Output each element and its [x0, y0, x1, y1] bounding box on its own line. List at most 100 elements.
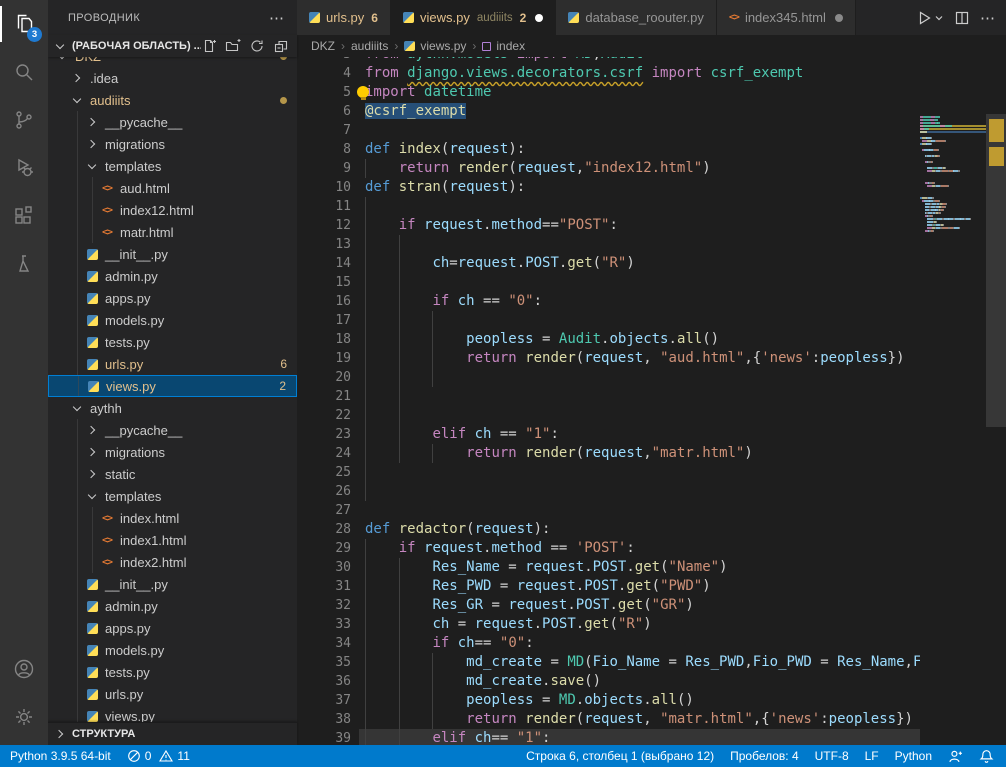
breadcrumb-item-index[interactable]: index	[482, 39, 525, 53]
code-editor[interactable]: 3from aythh.models import MD,Audit4from …	[297, 57, 1006, 745]
tree-item-index1.html[interactable]: <>index1.html	[48, 529, 297, 551]
code-line[interactable]	[359, 368, 920, 387]
code-line[interactable]: return render(request, "matr.html",{'new…	[359, 710, 920, 729]
eol-status[interactable]: LF	[857, 745, 887, 767]
tree-item-aythh[interactable]: aythh	[48, 397, 297, 419]
code-line[interactable]: return render(request,"index12.html")	[359, 159, 920, 178]
notifications-button[interactable]	[971, 745, 1006, 767]
minimap[interactable]	[920, 114, 986, 745]
code-line[interactable]: @csrf_exempt	[359, 102, 920, 121]
tree-item-DKZ[interactable]: DKZ	[48, 57, 297, 67]
code-line[interactable]	[359, 482, 920, 501]
code-line[interactable]: ch=request.POST.get("R")	[359, 254, 920, 273]
cursor-position-status[interactable]: Строка 6, столбец 1 (выбрано 12)	[518, 745, 722, 767]
breadcrumb-item-DKZ[interactable]: DKZ	[311, 39, 335, 53]
code-line[interactable]: ch = request.POST.get("R")	[359, 615, 920, 634]
language-mode-status[interactable]: Python	[887, 745, 940, 767]
workspace-section-header[interactable]: (РАБОЧАЯ ОБЛАСТЬ) ...	[48, 35, 297, 57]
tree-item-urls.py[interactable]: urls.py6	[48, 353, 297, 375]
code-line[interactable]: peopless = MD.objects.all()	[359, 691, 920, 710]
activity-explorer[interactable]: 3	[0, 0, 48, 48]
settings-button[interactable]	[0, 693, 48, 741]
tree-item-views.py[interactable]: views.py2	[48, 375, 297, 397]
tree-item-matr.html[interactable]: <>matr.html	[48, 221, 297, 243]
code-line[interactable]: Res_GR = request.POST.get("GR")	[359, 596, 920, 615]
editor-tab-database_roouter.py[interactable]: database_roouter.py	[556, 0, 717, 35]
new-folder-icon[interactable]	[225, 38, 241, 54]
collapse-folders-icon[interactable]	[273, 38, 289, 54]
tree-item-urls.py[interactable]: urls.py	[48, 683, 297, 705]
code-line[interactable]	[359, 501, 920, 520]
tree-item-templates[interactable]: templates	[48, 155, 297, 177]
code-line[interactable]: if request.method == 'POST':	[359, 539, 920, 558]
tree-item-index12.html[interactable]: <>index12.html	[48, 199, 297, 221]
code-line[interactable]: return render(request,"matr.html")	[359, 444, 920, 463]
code-line[interactable]: if ch == "0":	[359, 292, 920, 311]
activity-extensions[interactable]	[0, 192, 48, 240]
unsaved-dot-icon[interactable]	[535, 14, 543, 22]
code-line[interactable]	[359, 121, 920, 140]
code-line[interactable]: peopless = Audit.objects.all()	[359, 330, 920, 349]
code-line[interactable]: md_create = MD(Fio_Name = Res_PWD,Fio_PW…	[359, 653, 920, 672]
tree-item-admin.py[interactable]: admin.py	[48, 265, 297, 287]
code-line[interactable]: def stran(request):	[359, 178, 920, 197]
tree-item-views.py[interactable]: views.py	[48, 705, 297, 723]
python-interpreter-status[interactable]: Python 3.9.5 64-bit	[0, 745, 119, 767]
tree-item-apps.py[interactable]: apps.py	[48, 617, 297, 639]
tree-item-.idea[interactable]: .idea	[48, 67, 297, 89]
explorer-more-actions-icon[interactable]: ⋯	[269, 9, 285, 27]
tree-item-models.py[interactable]: models.py	[48, 309, 297, 331]
code-line[interactable]: def index(request):	[359, 140, 920, 159]
new-file-icon[interactable]	[201, 38, 217, 54]
tree-item-apps.py[interactable]: apps.py	[48, 287, 297, 309]
refresh-icon[interactable]	[249, 38, 265, 54]
problems-status[interactable]: 0 11	[119, 745, 198, 767]
tree-item-__init__.py[interactable]: __init__.py	[48, 243, 297, 265]
tree-item-__pycache__[interactable]: __pycache__	[48, 111, 297, 133]
code-line[interactable]: if ch== "0":	[359, 634, 920, 653]
activity-testing[interactable]	[0, 240, 48, 288]
code-line[interactable]: Res_Name = request.POST.get("Name")	[359, 558, 920, 577]
tree-item-admin.py[interactable]: admin.py	[48, 595, 297, 617]
tree-item-static[interactable]: static	[48, 463, 297, 485]
code-line[interactable]	[359, 273, 920, 292]
code-line[interactable]	[359, 406, 920, 425]
tree-item-__init__.py[interactable]: __init__.py	[48, 573, 297, 595]
code-line[interactable]: from django.views.decorators.csrf import…	[359, 64, 920, 83]
code-line[interactable]: md_create.save()	[359, 672, 920, 691]
structure-section-header[interactable]: СТРУКТУРА	[48, 722, 297, 745]
run-python-file-button[interactable]	[916, 10, 944, 26]
tree-item-migrations[interactable]: migrations	[48, 133, 297, 155]
code-line[interactable]: from aythh.models import MD,Audit	[359, 57, 920, 64]
editor-tab-urls.py[interactable]: urls.py6	[297, 0, 391, 35]
tree-item-index2.html[interactable]: <>index2.html	[48, 551, 297, 573]
account-button[interactable]	[0, 645, 48, 693]
code-line[interactable]	[359, 311, 920, 330]
activity-source-control[interactable]	[0, 96, 48, 144]
overview-ruler[interactable]	[986, 114, 1006, 745]
more-actions-icon[interactable]: ⋯	[980, 9, 996, 27]
code-line[interactable]: elif ch == "1":	[359, 425, 920, 444]
breadcrumb-item-views.py[interactable]: views.py	[404, 39, 466, 53]
code-line[interactable]	[359, 387, 920, 406]
feedback-button[interactable]	[940, 745, 971, 767]
tree-item-aud.html[interactable]: <>aud.html	[48, 177, 297, 199]
breadcrumb-item-audiiits[interactable]: audiiits	[351, 39, 388, 53]
code-line[interactable]: if request.method=="POST":	[359, 216, 920, 235]
code-line[interactable]	[359, 463, 920, 482]
activity-run-debug[interactable]	[0, 144, 48, 192]
tree-item-tests.py[interactable]: tests.py	[48, 331, 297, 353]
tree-item-migrations[interactable]: migrations	[48, 441, 297, 463]
code-line[interactable]: return render(request, "aud.html",{'news…	[359, 349, 920, 368]
indentation-status[interactable]: Пробелов: 4	[722, 745, 807, 767]
unsaved-dot-icon[interactable]	[835, 14, 843, 22]
tree-item-__pycache__[interactable]: __pycache__	[48, 419, 297, 441]
activity-search[interactable]	[0, 48, 48, 96]
tree-item-tests.py[interactable]: tests.py	[48, 661, 297, 683]
tree-item-models.py[interactable]: models.py	[48, 639, 297, 661]
editor-tab-index345.html[interactable]: <>index345.html	[717, 0, 856, 35]
encoding-status[interactable]: UTF-8	[807, 745, 857, 767]
code-line[interactable]: elif ch== "1":	[359, 729, 920, 745]
tree-item-audiiits[interactable]: audiiits	[48, 89, 297, 111]
split-editor-icon[interactable]	[954, 10, 970, 26]
